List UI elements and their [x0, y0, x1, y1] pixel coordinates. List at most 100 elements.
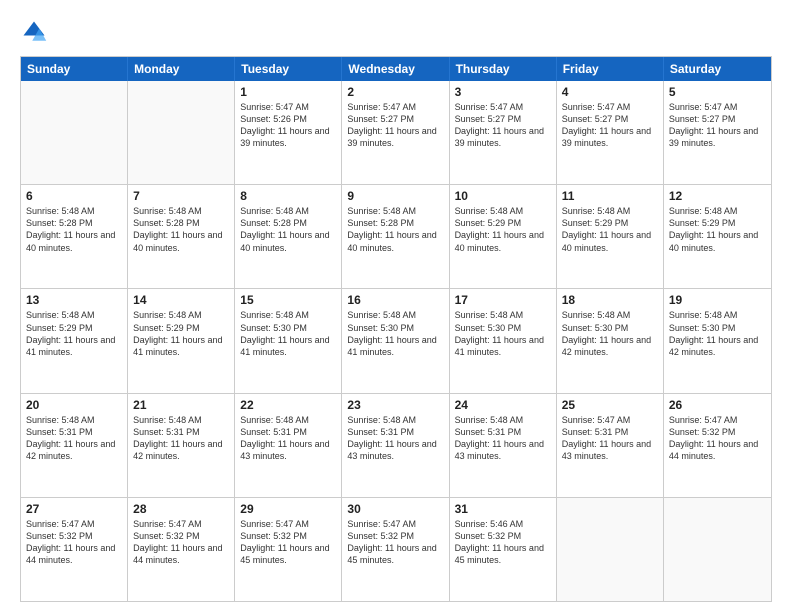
calendar-cell: 5Sunrise: 5:47 AMSunset: 5:27 PMDaylight… [664, 81, 771, 184]
cell-info: Sunrise: 5:48 AMSunset: 5:30 PMDaylight:… [347, 309, 443, 358]
day-number: 23 [347, 398, 443, 412]
day-number: 17 [455, 293, 551, 307]
calendar-cell: 6 Sunrise: 5:48 AMSunset: 5:28 PMDaylight… [21, 185, 128, 288]
calendar-cell: 4Sunrise: 5:47 AMSunset: 5:27 PMDaylight… [557, 81, 664, 184]
calendar-cell: 13 Sunrise: 5:48 AMSunset: 5:29 PMDayligh… [21, 289, 128, 392]
calendar-cell: 3Sunrise: 5:47 AMSunset: 5:27 PMDaylight… [450, 81, 557, 184]
calendar-header: SundayMondayTuesdayWednesdayThursdayFrid… [21, 57, 771, 81]
calendar-cell: 25 Sunrise: 5:47 AMSunset: 5:31 PMDayligh… [557, 394, 664, 497]
calendar-cell: 31 Sunrise: 5:46 AMSunset: 5:32 PMDayligh… [450, 498, 557, 601]
cell-info: Sunrise: 5:47 AMSunset: 5:32 PMDaylight:… [347, 518, 443, 567]
cell-info: Sunrise: 5:47 AMSunset: 5:26 PMDaylight:… [240, 101, 336, 150]
cell-info: Sunrise: 5:46 AMSunset: 5:32 PMDaylight:… [455, 518, 551, 567]
calendar-row: 1 Sunrise: 5:47 AMSunset: 5:26 PMDaylight… [21, 81, 771, 184]
day-number: 30 [347, 502, 443, 516]
cell-info: Sunrise: 5:48 AMSunset: 5:30 PMDaylight:… [240, 309, 336, 358]
weekday-header: Sunday [21, 57, 128, 81]
cell-info: Sunrise: 5:48 AMSunset: 5:29 PMDaylight:… [455, 205, 551, 254]
calendar-row: 27 Sunrise: 5:47 AMSunset: 5:32 PMDayligh… [21, 497, 771, 601]
cell-info: Sunrise: 5:48 AMSunset: 5:29 PMDaylight:… [669, 205, 766, 254]
calendar-cell [21, 81, 128, 184]
cell-info: Sunrise: 5:47 AMSunset: 5:27 PMDaylight:… [455, 101, 551, 150]
cell-info: Sunrise: 5:48 AMSunset: 5:29 PMDaylight:… [26, 309, 122, 358]
calendar-cell: 12 Sunrise: 5:48 AMSunset: 5:29 PMDayligh… [664, 185, 771, 288]
day-number: 10 [455, 189, 551, 203]
calendar-cell: 24Sunrise: 5:48 AMSunset: 5:31 PMDayligh… [450, 394, 557, 497]
day-number: 26 [669, 398, 766, 412]
calendar-cell [664, 498, 771, 601]
cell-info: Sunrise: 5:48 AMSunset: 5:28 PMDaylight:… [347, 205, 443, 254]
calendar-cell: 14Sunrise: 5:48 AMSunset: 5:29 PMDayligh… [128, 289, 235, 392]
cell-info: Sunrise: 5:48 AMSunset: 5:29 PMDaylight:… [562, 205, 658, 254]
day-number: 6 [26, 189, 122, 203]
cell-info: Sunrise: 5:48 AMSunset: 5:30 PMDaylight:… [669, 309, 766, 358]
day-number: 1 [240, 85, 336, 99]
calendar-cell: 17 Sunrise: 5:48 AMSunset: 5:30 PMDayligh… [450, 289, 557, 392]
day-number: 31 [455, 502, 551, 516]
calendar-cell: 21 Sunrise: 5:48 AMSunset: 5:31 PMDayligh… [128, 394, 235, 497]
calendar-cell: 29 Sunrise: 5:47 AMSunset: 5:32 PMDayligh… [235, 498, 342, 601]
cell-info: Sunrise: 5:48 AMSunset: 5:30 PMDaylight:… [562, 309, 658, 358]
cell-info: Sunrise: 5:47 AMSunset: 5:32 PMDaylight:… [669, 414, 766, 463]
calendar-cell: 7Sunrise: 5:48 AMSunset: 5:28 PMDaylight… [128, 185, 235, 288]
logo [20, 18, 52, 46]
cell-info: Sunrise: 5:47 AMSunset: 5:31 PMDaylight:… [562, 414, 658, 463]
calendar: SundayMondayTuesdayWednesdayThursdayFrid… [20, 56, 772, 602]
cell-info: Sunrise: 5:48 AMSunset: 5:28 PMDaylight:… [240, 205, 336, 254]
cell-info: Sunrise: 5:47 AMSunset: 5:27 PMDaylight:… [347, 101, 443, 150]
weekday-header: Tuesday [235, 57, 342, 81]
calendar-cell: 2 Sunrise: 5:47 AMSunset: 5:27 PMDaylight… [342, 81, 449, 184]
calendar-cell: 1 Sunrise: 5:47 AMSunset: 5:26 PMDaylight… [235, 81, 342, 184]
day-number: 25 [562, 398, 658, 412]
weekday-header: Thursday [450, 57, 557, 81]
cell-info: Sunrise: 5:48 AMSunset: 5:31 PMDaylight:… [26, 414, 122, 463]
calendar-cell: 19 Sunrise: 5:48 AMSunset: 5:30 PMDayligh… [664, 289, 771, 392]
calendar-body: 1 Sunrise: 5:47 AMSunset: 5:26 PMDaylight… [21, 81, 771, 601]
day-number: 15 [240, 293, 336, 307]
cell-info: Sunrise: 5:48 AMSunset: 5:30 PMDaylight:… [455, 309, 551, 358]
day-number: 28 [133, 502, 229, 516]
calendar-cell: 10 Sunrise: 5:48 AMSunset: 5:29 PMDayligh… [450, 185, 557, 288]
cell-info: Sunrise: 5:48 AMSunset: 5:31 PMDaylight:… [240, 414, 336, 463]
calendar-row: 13 Sunrise: 5:48 AMSunset: 5:29 PMDayligh… [21, 288, 771, 392]
day-number: 8 [240, 189, 336, 203]
day-number: 20 [26, 398, 122, 412]
day-number: 9 [347, 189, 443, 203]
weekday-header: Friday [557, 57, 664, 81]
cell-info: Sunrise: 5:48 AMSunset: 5:31 PMDaylight:… [133, 414, 229, 463]
cell-info: Sunrise: 5:47 AMSunset: 5:32 PMDaylight:… [26, 518, 122, 567]
calendar-cell: 16Sunrise: 5:48 AMSunset: 5:30 PMDayligh… [342, 289, 449, 392]
calendar-cell: 11Sunrise: 5:48 AMSunset: 5:29 PMDayligh… [557, 185, 664, 288]
cell-info: Sunrise: 5:48 AMSunset: 5:31 PMDaylight:… [347, 414, 443, 463]
calendar-row: 6 Sunrise: 5:48 AMSunset: 5:28 PMDaylight… [21, 184, 771, 288]
calendar-cell [557, 498, 664, 601]
weekday-header: Monday [128, 57, 235, 81]
logo-icon [20, 18, 48, 46]
calendar-row: 20 Sunrise: 5:48 AMSunset: 5:31 PMDayligh… [21, 393, 771, 497]
calendar-cell: 20 Sunrise: 5:48 AMSunset: 5:31 PMDayligh… [21, 394, 128, 497]
day-number: 24 [455, 398, 551, 412]
calendar-cell: 28Sunrise: 5:47 AMSunset: 5:32 PMDayligh… [128, 498, 235, 601]
day-number: 19 [669, 293, 766, 307]
cell-info: Sunrise: 5:47 AMSunset: 5:27 PMDaylight:… [562, 101, 658, 150]
day-number: 29 [240, 502, 336, 516]
day-number: 27 [26, 502, 122, 516]
day-number: 18 [562, 293, 658, 307]
day-number: 12 [669, 189, 766, 203]
header [20, 18, 772, 46]
weekday-header: Saturday [664, 57, 771, 81]
cell-info: Sunrise: 5:47 AMSunset: 5:27 PMDaylight:… [669, 101, 766, 150]
day-number: 2 [347, 85, 443, 99]
calendar-cell: 22Sunrise: 5:48 AMSunset: 5:31 PMDayligh… [235, 394, 342, 497]
calendar-cell [128, 81, 235, 184]
calendar-cell: 8 Sunrise: 5:48 AMSunset: 5:28 PMDaylight… [235, 185, 342, 288]
calendar-cell: 23 Sunrise: 5:48 AMSunset: 5:31 PMDayligh… [342, 394, 449, 497]
cell-info: Sunrise: 5:47 AMSunset: 5:32 PMDaylight:… [240, 518, 336, 567]
day-number: 21 [133, 398, 229, 412]
cell-info: Sunrise: 5:48 AMSunset: 5:29 PMDaylight:… [133, 309, 229, 358]
calendar-cell: 27 Sunrise: 5:47 AMSunset: 5:32 PMDayligh… [21, 498, 128, 601]
cell-info: Sunrise: 5:48 AMSunset: 5:28 PMDaylight:… [26, 205, 122, 254]
calendar-cell: 15 Sunrise: 5:48 AMSunset: 5:30 PMDayligh… [235, 289, 342, 392]
page: SundayMondayTuesdayWednesdayThursdayFrid… [0, 0, 792, 612]
day-number: 13 [26, 293, 122, 307]
